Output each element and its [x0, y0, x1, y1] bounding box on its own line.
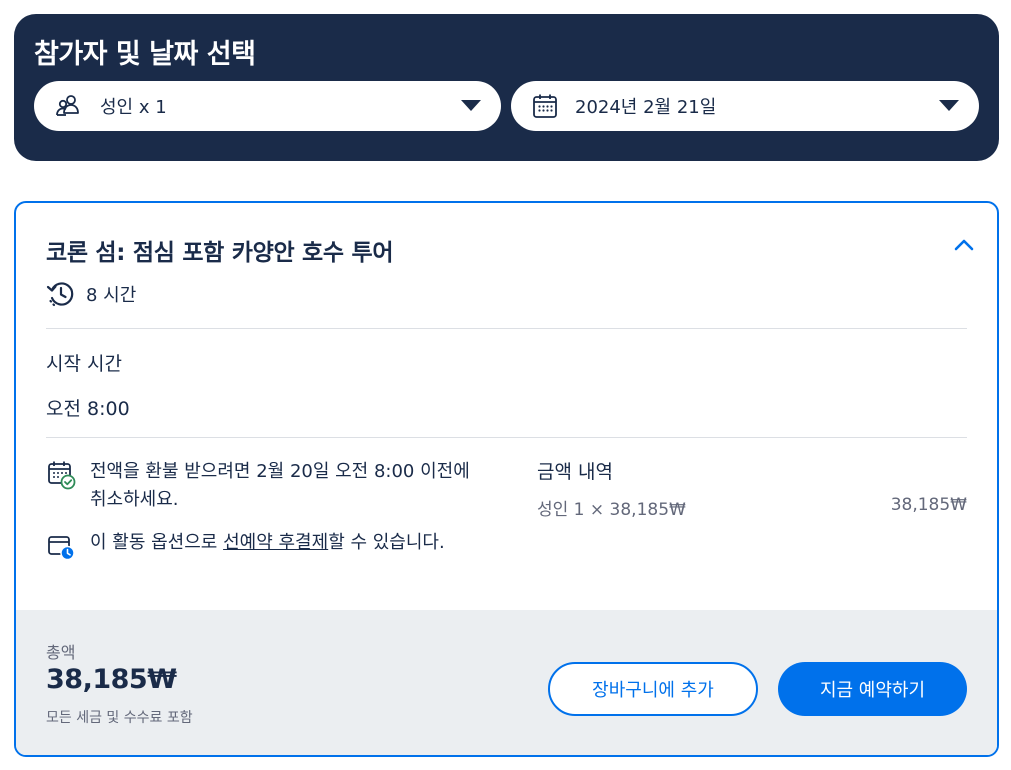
reserve-now-pay-later: 이 활동 옵션으로 선예약 후결제할 수 있습니다. [46, 529, 470, 561]
add-to-cart-button[interactable]: 장바구니에 추가 [548, 662, 758, 716]
price-line-label: 성인 1 × 38,185₩ [537, 500, 686, 520]
reserve-text-before: 이 활동 옵션으로 [90, 532, 224, 553]
refund-policy-text: 전액을 환불 받으려면 2월 20일 오전 8:00 이전에 취소하세요. [90, 461, 470, 510]
reserve-text-after: 할 수 있습니다. [328, 532, 445, 553]
chevron-down-icon [939, 100, 959, 111]
price-breakdown-heading: 금액 내역 [537, 461, 613, 483]
reserve-now-pay-later-text: 이 활동 옵션으로 선예약 후결제할 수 있습니다. [90, 529, 470, 557]
booking-footer: 총액 38,185₩ 모든 세금 및 수수료 포함 장바구니에 추가 지금 예약… [16, 610, 997, 755]
participants-value: 성인 x 1 [100, 97, 167, 118]
start-time-label: 시작 시간 [46, 353, 122, 375]
divider [46, 437, 967, 438]
tax-note: 모든 세금 및 수수료 포함 [46, 710, 193, 726]
participants-dropdown[interactable]: 성인 x 1 [34, 81, 501, 131]
duration: 8 시간 [46, 279, 136, 309]
people-icon [54, 92, 82, 120]
wallet-clock-icon [46, 531, 76, 561]
chevron-up-icon[interactable] [953, 237, 975, 253]
reserve-now-pay-later-link[interactable]: 선예약 후결제 [223, 532, 328, 553]
calendar-icon [531, 92, 559, 120]
tour-title: 코론 섬: 점심 포함 카양안 호수 투어 [46, 240, 394, 266]
date-dropdown[interactable]: 2024년 2월 21일 [511, 81, 979, 131]
duration-text: 8 시간 [86, 285, 137, 306]
selector-title: 참가자 및 날짜 선택 [34, 39, 256, 70]
total-amount: 38,185₩ [46, 664, 177, 695]
calendar-check-icon [46, 460, 76, 490]
price-line-total: 38,185₩ [890, 495, 967, 515]
refund-policy: 전액을 환불 받으려면 2월 20일 오전 8:00 이전에 취소하세요. [46, 458, 470, 514]
total-label: 총액 [46, 643, 76, 662]
history-clock-icon [46, 279, 76, 309]
divider [46, 328, 967, 329]
date-value: 2024년 2월 21일 [575, 97, 717, 118]
start-time-value: 오전 8:00 [46, 398, 130, 420]
chevron-down-icon [461, 100, 481, 111]
book-now-button[interactable]: 지금 예약하기 [778, 662, 967, 716]
participant-date-selector: 참가자 및 날짜 선택 성인 x 1 2024년 2월 21일 [14, 14, 999, 161]
tour-option-card: 코론 섬: 점심 포함 카양안 호수 투어 8 시간 시작 시간 오전 8:00 [14, 201, 999, 757]
